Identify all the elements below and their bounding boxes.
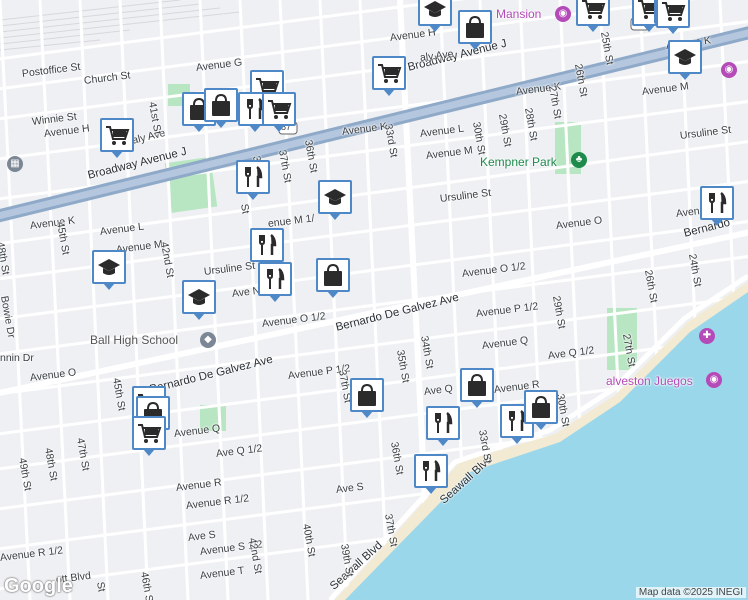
grocery-icon [662,2,686,21]
shopping-pin[interactable] [524,390,558,430]
shopping-pin[interactable] [204,88,238,128]
shopping-icon [324,263,342,286]
grocery-pin[interactable] [576,0,610,32]
school-icon [98,259,120,275]
school-pin[interactable] [668,40,702,80]
grocery-pin[interactable] [100,118,134,158]
grocery-icon [378,64,402,83]
map-canvas[interactable]: 87 87 Postoffice StChurch StAvenue GWinn… [0,0,748,600]
shopping-icon [532,395,550,418]
shopping-pin[interactable] [316,258,350,298]
restaurant-icon [435,412,453,433]
grocery-icon [106,126,130,145]
shopping-icon [466,15,484,38]
restaurant-pin[interactable] [250,228,284,268]
kempner-park-label[interactable]: Kempner Park [480,155,557,169]
galveston-juegos-label[interactable]: alveston Juegos [606,374,693,388]
restaurant-pin[interactable] [414,454,448,494]
galveston-juegos-icon[interactable]: ◉ [706,372,722,388]
restaurant-icon [267,268,285,289]
park-icon[interactable]: ♣ [571,152,587,168]
landmark-icon[interactable]: ▦ [7,156,23,172]
grocery-icon [268,100,292,119]
google-logo: Google [4,575,73,597]
school-icon [188,289,210,305]
school-pin[interactable] [418,0,452,32]
restaurant-icon [423,460,441,481]
grocery-icon [582,0,606,19]
shopping-pin[interactable] [460,368,494,408]
shopping-pin[interactable] [350,378,384,418]
restaurant-icon [245,166,263,187]
map-attribution[interactable]: Map data ©2025 INEGI [635,587,746,598]
restaurant-pin[interactable] [236,160,270,200]
mansion-label[interactable]: Mansion [496,7,541,21]
grocery-pin[interactable] [262,92,296,132]
school-icon [324,189,346,205]
mansion-icon[interactable]: ◉ [555,6,571,22]
shopping-icon [212,93,230,116]
restaurant-pin[interactable] [258,262,292,302]
shopping-icon [358,383,376,406]
school-icon [424,1,446,17]
grocery-icon [138,424,162,443]
shopping-icon [468,373,486,396]
restaurant-pin[interactable] [426,406,460,446]
restaurant-icon [259,234,277,255]
restaurant-icon [709,192,727,213]
school-icon [674,49,696,65]
school-place-icon[interactable]: ◆ [200,332,216,348]
grocery-pin[interactable] [132,416,166,456]
grocery-pin[interactable] [372,56,406,96]
school-pin[interactable] [318,180,352,220]
school-pin[interactable] [182,280,216,320]
shopping-pin[interactable] [458,10,492,50]
attraction-icon[interactable]: ◉ [721,62,737,78]
map-base-layer [0,0,748,600]
ball-high-school-label[interactable]: Ball High School [90,333,178,347]
attraction-icon[interactable]: ✚ [699,328,715,344]
school-pin[interactable] [92,250,126,290]
restaurant-pin[interactable] [700,186,734,226]
grocery-pin[interactable] [656,0,690,34]
